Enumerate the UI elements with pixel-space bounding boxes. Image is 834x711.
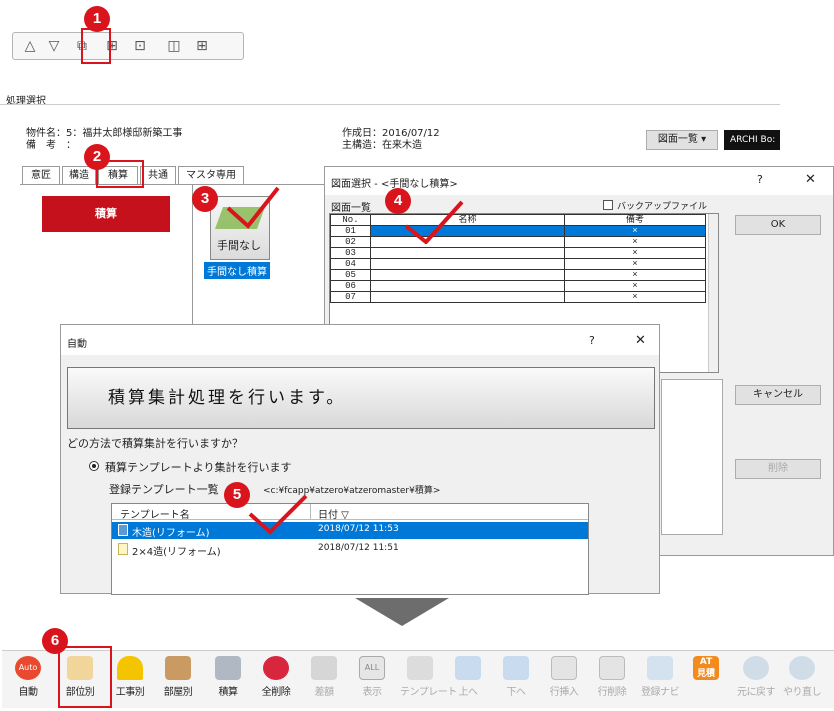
arrow-down-icon bbox=[503, 656, 529, 680]
auto-icon: Auto bbox=[15, 656, 41, 680]
move-down-button[interactable]: 下へ bbox=[496, 654, 536, 704]
split-grid-icon[interactable]: ⊞ bbox=[191, 36, 213, 56]
check-mark-icon bbox=[226, 186, 280, 229]
cancel-button[interactable]: キャンセル bbox=[735, 385, 821, 405]
diff-icon bbox=[311, 656, 337, 680]
register-navi-icon bbox=[647, 656, 673, 680]
room-icon bbox=[165, 656, 191, 680]
delete-all-button[interactable]: 全削除 bbox=[256, 654, 296, 704]
question-text: どの方法で積算集計を行いますか？ bbox=[67, 437, 243, 450]
col-template-name[interactable]: テンプレート名 bbox=[120, 506, 190, 521]
move-up-button[interactable]: 上へ bbox=[448, 654, 488, 704]
table-row[interactable]: 07 × bbox=[330, 291, 706, 303]
radio-label: 積算テンプレートより集計を行います bbox=[105, 461, 292, 474]
main-structure: 主構造：在来木造 bbox=[342, 140, 422, 151]
backup-label: バックアップファイル bbox=[617, 202, 708, 212]
file-icon bbox=[118, 543, 128, 555]
template-radio[interactable] bbox=[89, 461, 99, 471]
tab-kyoutsuu[interactable]: 共通 bbox=[140, 166, 176, 184]
backup-checkbox[interactable] bbox=[603, 200, 613, 210]
help-button[interactable]: ? bbox=[757, 173, 763, 186]
remarks-label: 備 考 ： bbox=[26, 140, 76, 151]
list-item[interactable]: 2×4造(リフォーム) 2018/07/12 11:51 bbox=[112, 541, 588, 558]
file-icon bbox=[118, 524, 128, 536]
step-badge-6: 6 bbox=[42, 628, 68, 654]
table-row[interactable]: 04 × bbox=[330, 258, 706, 270]
auto-button[interactable]: Auto 自動 bbox=[8, 654, 48, 704]
bottom-toolbar: Auto 自動 部位別 工事別 部屋別 積算 全削除 差額 ALL 表示 テンプ… bbox=[2, 650, 834, 708]
diff-button[interactable]: 差額 bbox=[304, 654, 344, 704]
close-icon[interactable]: ✕ bbox=[805, 172, 816, 187]
helmet-icon bbox=[117, 656, 143, 680]
property-name: 物件名：5：福井太郎様邸新築工事 bbox=[26, 128, 183, 139]
tab-ishou[interactable]: 意匠 bbox=[22, 166, 60, 184]
undo-icon bbox=[743, 656, 769, 680]
register-navi-button[interactable]: 登録ナビ bbox=[640, 654, 680, 704]
sekisan-button[interactable]: 積算 bbox=[42, 196, 170, 232]
flow-arrow-icon bbox=[355, 598, 449, 626]
table-row[interactable]: 03 × bbox=[330, 247, 706, 259]
help-button[interactable]: ? bbox=[589, 334, 595, 347]
message-banner: 積算集計処理を行います。 bbox=[67, 367, 655, 429]
row-delete-button[interactable]: 行削除 bbox=[592, 654, 632, 704]
col-name: 名称 bbox=[370, 214, 565, 226]
table-row[interactable]: 01 × bbox=[330, 225, 706, 237]
delete-all-icon bbox=[263, 656, 289, 680]
redo-button[interactable]: やり直し bbox=[782, 654, 822, 704]
delete-button[interactable]: 削除 bbox=[735, 459, 821, 479]
row-insert-icon bbox=[551, 656, 577, 680]
col-note: 備考 bbox=[564, 214, 706, 226]
created-date: 作成日：2016/07/12 bbox=[342, 128, 440, 139]
check-mark-icon-3 bbox=[248, 494, 308, 535]
window-toolbar: △ ▽ ⧉ ⊞ ⊡ ◫ ⊞ bbox=[12, 32, 244, 60]
arrow-up-icon bbox=[455, 656, 481, 680]
template-list-label: 登録テンプレート一覧 bbox=[109, 483, 219, 496]
triangle-up-icon[interactable]: △ bbox=[19, 36, 41, 56]
table-row[interactable]: 02 × bbox=[330, 236, 706, 248]
row-delete-icon bbox=[599, 656, 625, 680]
step-badge-3: 3 bbox=[192, 186, 218, 212]
tab-master[interactable]: マスタ専用 bbox=[178, 166, 244, 184]
edit-window-icon[interactable]: ⊡ bbox=[129, 36, 151, 56]
room-button[interactable]: 部屋別 bbox=[158, 654, 198, 704]
auto-dialog-title: 自動 bbox=[67, 339, 87, 350]
template-button[interactable]: テンプレート bbox=[400, 654, 457, 704]
drawing-list-label: 図面一覧 bbox=[331, 203, 371, 214]
triangle-down-icon[interactable]: ▽ bbox=[43, 36, 65, 56]
close-icon[interactable]: ✕ bbox=[635, 333, 646, 348]
template-icon bbox=[407, 656, 433, 680]
step-badge-1: 1 bbox=[84, 6, 110, 32]
redo-icon bbox=[789, 656, 815, 680]
check-mark-icon-2 bbox=[404, 200, 464, 244]
highlight-box-6 bbox=[58, 646, 112, 708]
tenmanashi-label[interactable]: 手間なし積算 bbox=[204, 262, 270, 279]
ok-button[interactable]: OK bbox=[735, 215, 821, 235]
list-item[interactable]: 木造(リフォーム) 2018/07/12 11:53 bbox=[112, 522, 588, 539]
row-insert-button[interactable]: 行挿入 bbox=[544, 654, 584, 704]
table-row[interactable]: 06 × bbox=[330, 280, 706, 292]
estimate-button[interactable]: 積算 bbox=[208, 654, 248, 704]
scrollbar[interactable] bbox=[708, 214, 718, 372]
archi-box-button[interactable]: ARCHI Bo: bbox=[724, 130, 780, 150]
estimate-icon bbox=[215, 656, 241, 680]
col-date[interactable]: 日付 ▽ bbox=[318, 506, 349, 521]
split-horizontal-icon[interactable]: ◫ bbox=[163, 36, 185, 56]
at-estimate-button[interactable]: AT 見積 bbox=[686, 654, 726, 704]
display-button[interactable]: ALL 表示 bbox=[352, 654, 392, 704]
table-row[interactable]: 05 × bbox=[330, 269, 706, 281]
highlight-box-1 bbox=[81, 28, 111, 64]
auto-dialog: 自動 ? ✕ 積算集計処理を行います。 どの方法で積算集計を行いますか？ 積算テ… bbox=[60, 324, 660, 595]
drawing-list-button[interactable]: 図面一覧 ▾ bbox=[646, 130, 718, 150]
step-badge-5: 5 bbox=[224, 482, 250, 508]
undo-button[interactable]: 元に戻す bbox=[736, 654, 776, 704]
display-all-icon: ALL bbox=[359, 656, 385, 680]
template-list: テンプレート名 日付 ▽ 木造(リフォーム) 2018/07/12 11:53 … bbox=[111, 503, 589, 595]
work-button[interactable]: 工事別 bbox=[110, 654, 150, 704]
at-estimate-icon: AT 見積 bbox=[693, 656, 719, 680]
step-badge-2: 2 bbox=[84, 144, 110, 170]
col-no: No. bbox=[330, 214, 371, 226]
